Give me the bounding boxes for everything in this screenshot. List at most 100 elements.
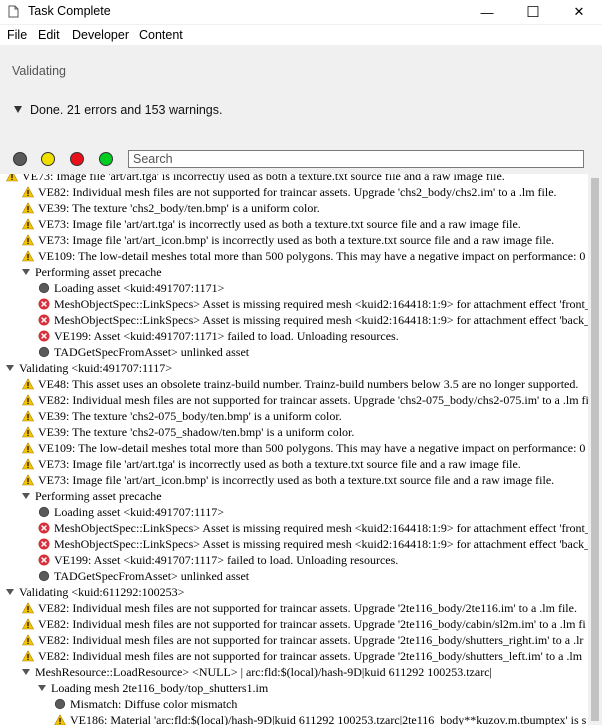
log-row-text: Performing asset precache xyxy=(35,265,162,279)
log-row[interactable]: MeshObjectSpec::LinkSpecs> Asset is miss… xyxy=(0,312,588,328)
minimize-button[interactable]: — xyxy=(464,0,510,24)
search-input[interactable] xyxy=(128,150,584,168)
log-row-text: MeshObjectSpec::LinkSpecs> Asset is miss… xyxy=(54,521,588,535)
log-row[interactable]: VE39: The texture 'chs2_body/ten.bmp' is… xyxy=(0,200,588,216)
log-row[interactable]: VE82: Individual mesh files are not supp… xyxy=(0,648,588,664)
filter-info-button[interactable] xyxy=(99,152,113,166)
error-icon xyxy=(38,522,50,534)
log-row[interactable]: VE82: Individual mesh files are not supp… xyxy=(0,392,588,408)
log-row[interactable]: VE39: The texture 'chs2-075_shadow/ten.b… xyxy=(0,424,588,440)
log-row[interactable]: Performing asset precache xyxy=(0,264,588,280)
warning-icon xyxy=(22,442,34,454)
log-row-text: Validating <kuid:491707:1117> xyxy=(19,361,172,375)
expand-triangle-icon[interactable] xyxy=(6,365,14,371)
log-row[interactable]: Validating <kuid:491707:1117> xyxy=(0,360,588,376)
info-dot-icon xyxy=(38,346,50,358)
expand-triangle-icon[interactable] xyxy=(22,493,30,499)
warning-icon xyxy=(22,202,34,214)
log-row[interactable]: MeshResource::LoadResource> <NULL> | arc… xyxy=(0,664,588,680)
menu-content[interactable]: Content xyxy=(139,28,183,42)
log-row[interactable]: Validating <kuid:611292:100253> xyxy=(0,584,588,600)
maximize-button[interactable]: ☐ xyxy=(510,0,556,24)
log-row-text: TADGetSpecFromAsset> unlinked asset xyxy=(54,345,250,359)
log-row[interactable]: VE73: Image file 'art/art.tga' is incorr… xyxy=(0,456,588,472)
log-row[interactable]: VE73: Image file 'art/art.tga' is incorr… xyxy=(0,216,588,232)
menu-edit[interactable]: Edit xyxy=(38,28,60,42)
error-icon xyxy=(38,298,50,310)
log-row[interactable]: VE39: The texture 'chs2-075_body/ten.bmp… xyxy=(0,408,588,424)
minimize-icon: — xyxy=(480,4,494,20)
warning-icon xyxy=(22,474,34,486)
log-row[interactable]: MeshObjectSpec::LinkSpecs> Asset is miss… xyxy=(0,536,588,552)
log-row-text: Performing asset precache xyxy=(35,489,162,503)
log-row[interactable]: Loading mesh 2te116_body/top_shutters1.i… xyxy=(0,680,588,696)
log-row[interactable]: Performing asset precache xyxy=(0,488,588,504)
log-row-text: VE109: The low-detail meshes total more … xyxy=(38,249,586,263)
log-row[interactable]: VE199: Asset <kuid:491707:1117> failed t… xyxy=(0,552,588,568)
log-row-text: VE82: Individual mesh files are not supp… xyxy=(38,185,557,199)
log-row-text: VE199: Asset <kuid:491707:1117> failed t… xyxy=(54,553,399,567)
warning-icon xyxy=(22,458,34,470)
log-row[interactable]: TADGetSpecFromAsset> unlinked asset xyxy=(0,344,588,360)
collapse-triangle-icon xyxy=(14,106,22,113)
expand-triangle-icon[interactable] xyxy=(22,269,30,275)
expand-triangle-icon[interactable] xyxy=(22,669,30,675)
scroll-thumb[interactable] xyxy=(591,178,599,721)
log-row[interactable]: VE73: Image file 'art/art.tga' is incorr… xyxy=(0,174,588,184)
expand-triangle-icon[interactable] xyxy=(6,589,14,595)
log-row-text: TADGetSpecFromAsset> unlinked asset xyxy=(54,569,250,583)
log-row[interactable]: Loading asset <kuid:491707:1171> xyxy=(0,280,588,296)
menu-developer[interactable]: Developer xyxy=(72,28,129,42)
warning-icon xyxy=(22,218,34,230)
window-title: Task Complete xyxy=(28,4,111,18)
title-bar: Task Complete — ☐ ✕ xyxy=(0,0,602,24)
warning-icon xyxy=(22,426,34,438)
warning-icon xyxy=(22,618,34,630)
close-button[interactable]: ✕ xyxy=(556,0,602,24)
log-row[interactable]: TADGetSpecFromAsset> unlinked asset xyxy=(0,568,588,584)
log-row[interactable]: VE109: The low-detail meshes total more … xyxy=(0,440,588,456)
log-row[interactable]: VE82: Individual mesh files are not supp… xyxy=(0,632,588,648)
warning-icon xyxy=(22,186,34,198)
log-row[interactable]: VE109: The low-detail meshes total more … xyxy=(0,248,588,264)
summary-line[interactable]: Done. 21 errors and 153 warnings. xyxy=(14,103,222,117)
log-row-text: VE73: Image file 'art/art_icon.bmp' is i… xyxy=(38,473,555,487)
log-row[interactable]: Mismatch: Diffuse color mismatch xyxy=(0,696,588,712)
log-row-text: MeshResource::LoadResource> <NULL> | arc… xyxy=(35,665,492,679)
log-row-text: VE39: The texture 'chs2-075_body/ten.bmp… xyxy=(38,409,342,423)
log-row-text: VE186: Material 'arc:fld:$(local)/hash-9… xyxy=(70,713,587,725)
warning-icon xyxy=(22,394,34,406)
log-row[interactable]: VE82: Individual mesh files are not supp… xyxy=(0,616,588,632)
error-icon xyxy=(38,330,50,342)
menu-file[interactable]: File xyxy=(7,28,27,42)
warning-icon xyxy=(22,378,34,390)
log-row[interactable]: Loading asset <kuid:491707:1117> xyxy=(0,504,588,520)
log-row-text: VE39: The texture 'chs2_body/ten.bmp' is… xyxy=(38,201,320,215)
summary-text: Done. 21 errors and 153 warnings. xyxy=(30,103,223,117)
log-row[interactable]: MeshObjectSpec::LinkSpecs> Asset is miss… xyxy=(0,296,588,312)
log-row[interactable]: VE48: This asset uses an obsolete trainz… xyxy=(0,376,588,392)
log-row-text: VE48: This asset uses an obsolete trainz… xyxy=(38,377,579,391)
filter-all-button[interactable] xyxy=(13,152,27,166)
filter-errors-button[interactable] xyxy=(70,152,84,166)
warning-icon xyxy=(22,602,34,614)
log-row[interactable]: VE82: Individual mesh files are not supp… xyxy=(0,600,588,616)
info-dot-icon xyxy=(38,506,50,518)
log-row[interactable]: VE82: Individual mesh files are not supp… xyxy=(0,184,588,200)
log-row-text: MeshObjectSpec::LinkSpecs> Asset is miss… xyxy=(54,297,588,311)
log-row-text: VE82: Individual mesh files are not supp… xyxy=(38,633,584,647)
log-row[interactable]: VE186: Material 'arc:fld:$(local)/hash-9… xyxy=(0,712,588,725)
log-row[interactable]: VE73: Image file 'art/art_icon.bmp' is i… xyxy=(0,232,588,248)
warning-icon xyxy=(6,174,18,182)
log-scrollbar[interactable] xyxy=(588,174,602,725)
warning-icon xyxy=(22,634,34,646)
maximize-icon: ☐ xyxy=(526,4,540,21)
log-panel[interactable]: VE73: Image file 'art/art.tga' is incorr… xyxy=(0,174,588,725)
log-row-text: VE73: Image file 'art/art_icon.bmp' is i… xyxy=(38,233,555,247)
log-row[interactable]: VE73: Image file 'art/art_icon.bmp' is i… xyxy=(0,472,588,488)
close-icon: ✕ xyxy=(573,4,585,19)
expand-triangle-icon[interactable] xyxy=(38,685,46,691)
log-row[interactable]: MeshObjectSpec::LinkSpecs> Asset is miss… xyxy=(0,520,588,536)
filter-warnings-button[interactable] xyxy=(41,152,55,166)
log-row[interactable]: VE199: Asset <kuid:491707:1171> failed t… xyxy=(0,328,588,344)
